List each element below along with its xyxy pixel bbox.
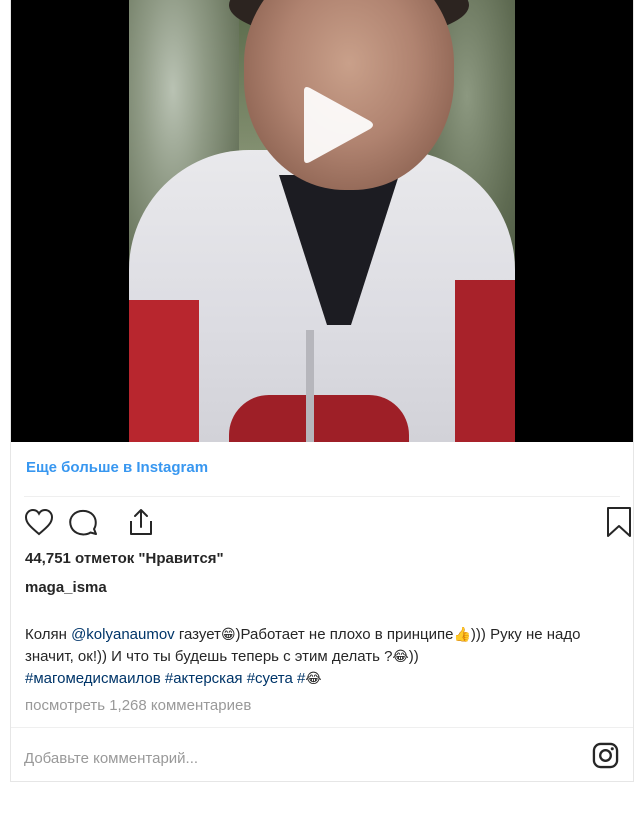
hashtag-link[interactable]: #магомедисмаилов: [25, 670, 161, 687]
comment-input[interactable]: Добавьте комментарий...: [24, 750, 198, 767]
video-player[interactable]: [11, 0, 633, 442]
more-on-instagram-link[interactable]: Еще больше в Instagram: [26, 459, 208, 476]
mention-link[interactable]: @kolyanaumov: [71, 626, 175, 643]
laugh-emoji: 😂: [392, 649, 409, 665]
heart-icon[interactable]: [23, 506, 55, 538]
laugh-emoji: 😂: [305, 671, 322, 687]
grin-emoji: 😁: [220, 627, 236, 643]
hashtag-link[interactable]: #актерская: [165, 670, 243, 687]
play-icon[interactable]: [296, 85, 376, 165]
likes-count[interactable]: 44,751 отметок "Нравится": [25, 550, 224, 567]
username-link[interactable]: maga_isma: [25, 579, 107, 596]
action-bar: [23, 506, 631, 538]
instagram-embed: Еще больше в Instagram 44,751 отметок "Н…: [10, 0, 634, 782]
thumbs-up-emoji: 👍: [453, 627, 471, 643]
view-comments-link[interactable]: посмотреть 1,268 комментариев: [25, 697, 251, 714]
comment-bar: Добавьте комментарий...: [11, 727, 633, 783]
video-frame: [129, 0, 515, 442]
instagram-icon[interactable]: [592, 742, 619, 769]
hashtag-link[interactable]: #суета: [247, 670, 293, 687]
share-icon[interactable]: [125, 506, 157, 538]
comment-icon[interactable]: [67, 506, 99, 538]
caption: Колян @kolyanaumov газует😁)Работает не п…: [25, 624, 621, 690]
divider: [24, 496, 620, 497]
bookmark-icon[interactable]: [603, 506, 635, 538]
hashtag-link[interactable]: #: [297, 670, 305, 687]
